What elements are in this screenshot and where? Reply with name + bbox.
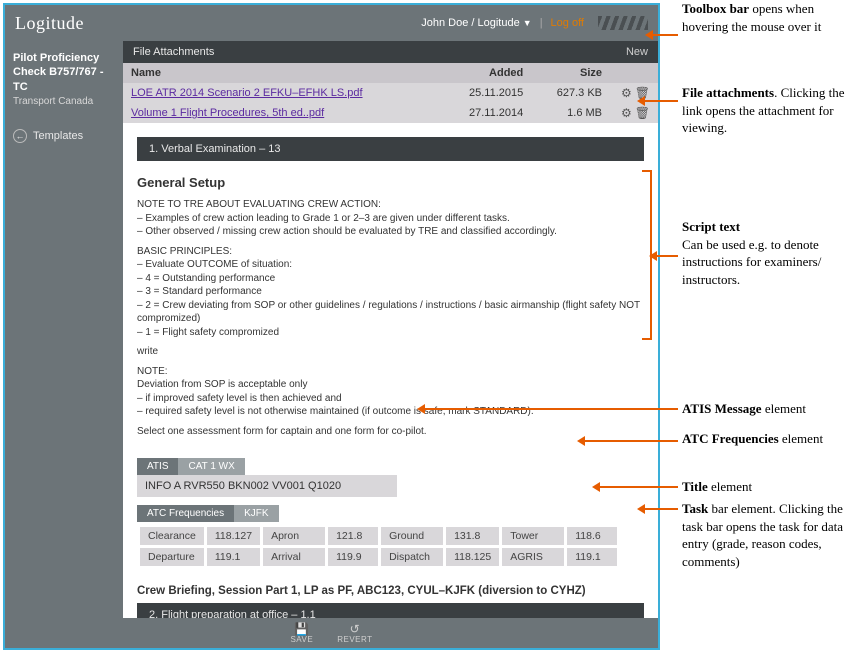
table-row: LOE ATR 2014 Scenario 2 EFKU–EFHK LS.pdf… (123, 83, 658, 103)
tab-atc-freq[interactable]: ATC Frequencies (137, 505, 234, 522)
callout-atc: ATC Frequencies element (682, 430, 854, 448)
app-window: Logitude John Doe / Logitude ▼ | Log off… (3, 3, 660, 650)
save-icon: 💾 (294, 623, 309, 635)
col-size: Size (531, 63, 610, 83)
bottom-bar: 💾SAVE ↺REVERT (5, 618, 658, 648)
logoff-link[interactable]: Log off (551, 17, 584, 29)
gear-icon[interactable]: ⚙ (621, 106, 632, 120)
revert-button[interactable]: ↺REVERT (337, 623, 372, 644)
back-arrow-icon: ← (13, 129, 27, 143)
file-attachments-header: File Attachments New (123, 41, 658, 63)
sidebar-templates-link[interactable]: ← Templates (13, 129, 115, 143)
arrow-icon (648, 34, 678, 36)
user-menu[interactable]: John Doe / Logitude ▼ (421, 17, 531, 29)
attachments-table: Name Added Size LOE ATR 2014 Scenario 2 … (123, 63, 658, 123)
atis-tabs: ATIS CAT 1 WX (137, 458, 245, 475)
callout-files: File attachments. Clicking the link open… (682, 84, 854, 137)
arrow-icon (580, 440, 678, 442)
sidebar: Pilot Proficiency Check B757/767 - TC Tr… (5, 41, 123, 618)
gear-icon[interactable]: ⚙ (621, 86, 632, 100)
tab-kjfk[interactable]: KJFK (234, 505, 278, 522)
table-row: Volume 1 Flight Procedures, 5th ed..pdf … (123, 103, 658, 123)
toolbox-bar-icon[interactable] (598, 16, 648, 30)
atc-tabs: ATC Frequencies KJFK (137, 505, 279, 522)
crew-briefing-title: Crew Briefing, Session Part 1, LP as PF,… (137, 585, 644, 597)
arrow-icon (420, 408, 678, 410)
col-added: Added (441, 63, 531, 83)
main-content: File Attachments New Name Added Size LOE… (123, 41, 658, 618)
arrow-icon (652, 255, 678, 257)
save-button[interactable]: 💾SAVE (290, 623, 313, 644)
trash-icon[interactable]: 🗑 (635, 106, 650, 120)
revert-icon: ↺ (350, 623, 361, 635)
col-name: Name (123, 63, 441, 83)
top-bar: Logitude John Doe / Logitude ▼ | Log off (5, 5, 658, 41)
project-subtitle: Transport Canada (13, 96, 115, 107)
arrow-icon (595, 486, 678, 488)
tab-cat1wx[interactable]: CAT 1 WX (178, 458, 244, 475)
attachments-new-link[interactable]: New (626, 46, 648, 58)
attachment-link[interactable]: Volume 1 Flight Procedures, 5th ed..pdf (131, 107, 324, 119)
callout-script: Script textCan be used e.g. to denote in… (682, 218, 854, 288)
task-bar-flight-prep[interactable]: 2. Flight preparation at office – 1.1 (137, 603, 644, 618)
callout-title: Title element (682, 478, 854, 496)
atc-frequencies-table: Clearance118.127 Apron121.8 Ground131.8 … (137, 524, 620, 569)
chevron-down-icon: ▼ (523, 18, 532, 28)
script-text: NOTE TO TRE ABOUT EVALUATING CREW ACTION… (137, 198, 644, 438)
attachment-link[interactable]: LOE ATR 2014 Scenario 2 EFKU–EFHK LS.pdf (131, 87, 363, 99)
callout-atis: ATIS Message element (682, 400, 854, 418)
atis-message-box: INFO A RVR550 BKN002 VV001 Q1020 (137, 475, 397, 497)
divider: | (540, 17, 543, 29)
general-setup-heading: General Setup (137, 175, 644, 190)
callout-toolbox: Toolbox bar opens when hovering the mous… (682, 0, 854, 35)
task-bar-verbal-exam[interactable]: 1. Verbal Examination – 13 (137, 137, 644, 161)
arrow-icon (640, 508, 678, 510)
tab-atis[interactable]: ATIS (137, 458, 178, 475)
project-title: Pilot Proficiency Check B757/767 - TC (13, 51, 115, 94)
brand-logo: Logitude (15, 13, 84, 34)
arrow-icon (640, 100, 678, 102)
callout-task: Task bar element. Clicking the task bar … (682, 500, 854, 570)
